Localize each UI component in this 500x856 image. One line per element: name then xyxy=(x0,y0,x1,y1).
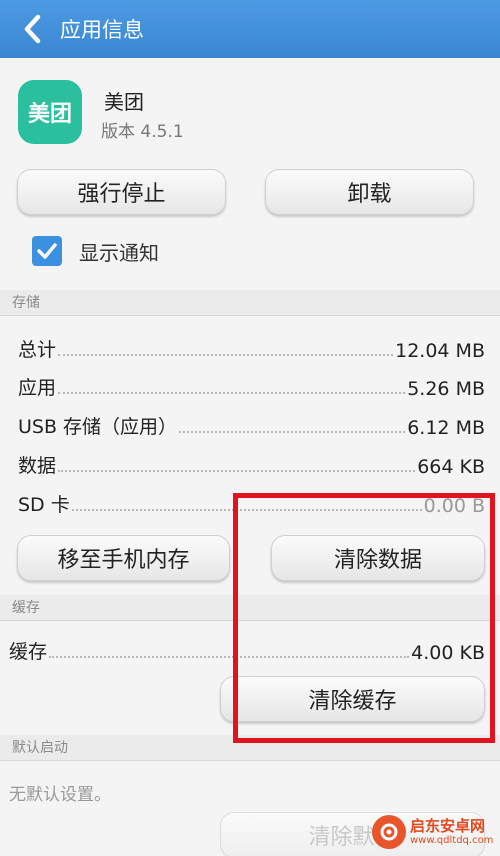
force-stop-button[interactable]: 强行停止 xyxy=(17,169,226,215)
checkmark-icon xyxy=(37,243,57,259)
storage-row-value: 5.26 MB xyxy=(407,378,485,400)
show-notifications-label: 显示通知 xyxy=(79,240,159,265)
title-bar: 应用信息 xyxy=(0,0,500,58)
app-name: 美团 xyxy=(104,90,144,114)
move-to-phone-storage-button[interactable]: 移至手机内存 xyxy=(17,535,230,581)
uninstall-button[interactable]: 卸载 xyxy=(265,169,474,215)
page-title: 应用信息 xyxy=(60,18,144,42)
back-arrow-icon[interactable] xyxy=(12,0,52,58)
storage-row-label: 总计 xyxy=(18,339,57,361)
watermark-url: www.qdltdq.com xyxy=(410,834,494,846)
storage-row-label: 应用 xyxy=(18,377,57,399)
cache-row-label: 缓存 xyxy=(9,641,48,663)
storage-row-value: 664 KB xyxy=(417,456,485,478)
storage-section-header: 存储 xyxy=(0,290,500,316)
storage-row-value: 6.12 MB xyxy=(407,417,485,439)
storage-row-label: SD 卡 xyxy=(18,494,70,516)
watermark-logo-icon xyxy=(372,815,406,849)
highlight-annotation-box xyxy=(233,493,495,743)
show-notifications-checkbox[interactable] xyxy=(32,236,62,266)
app-icon: 美团 xyxy=(18,80,82,144)
storage-row: 数据 664 KB xyxy=(18,448,485,478)
no-defaults-text: 无默认设置。 xyxy=(9,785,111,805)
app-header: 美团 美团 版本 4.5.1 xyxy=(0,58,500,166)
storage-row-value: 12.04 MB xyxy=(395,340,485,362)
storage-row: 应用 5.26 MB xyxy=(18,370,485,400)
watermark-title: 启东安卓网 xyxy=(410,816,486,835)
storage-row: 总计 12.04 MB xyxy=(18,332,485,362)
app-version: 版本 4.5.1 xyxy=(101,122,184,142)
storage-row-label: 数据 xyxy=(18,455,57,477)
site-watermark: 启东安卓网 www.qdltdq.com xyxy=(372,808,500,856)
storage-row: USB 存储（应用） 6.12 MB xyxy=(18,409,485,439)
show-notifications-row[interactable]: 显示通知 xyxy=(32,236,159,266)
storage-row-label: USB 存储（应用） xyxy=(18,416,178,438)
